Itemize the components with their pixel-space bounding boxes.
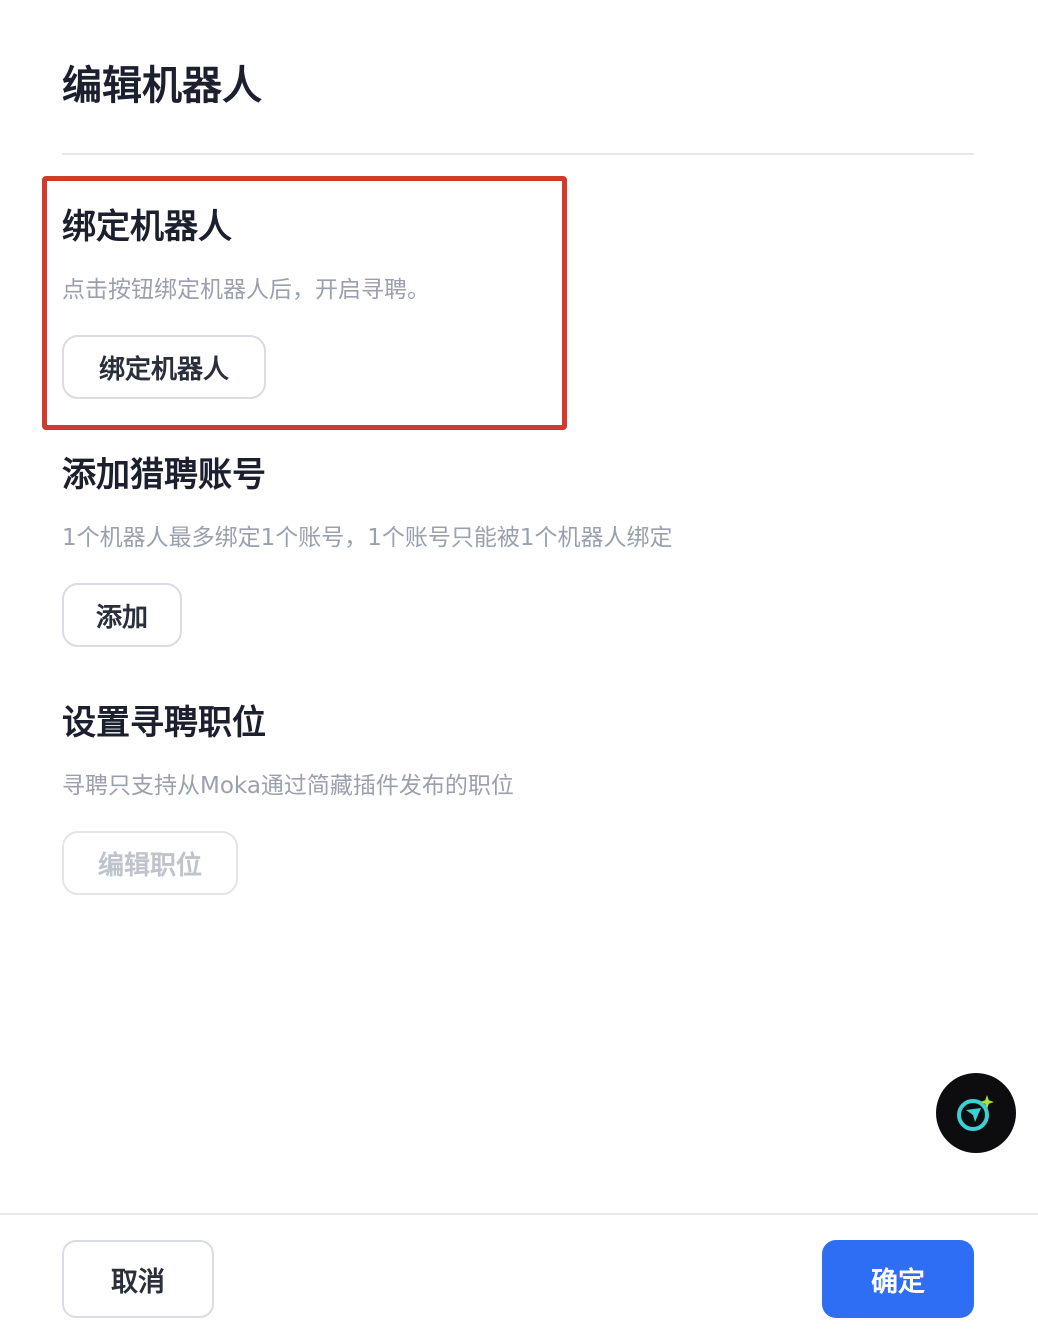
header-divider bbox=[62, 153, 974, 155]
set-position-description: 寻聘只支持从Moka通过简藏插件发布的职位 bbox=[62, 773, 514, 799]
ai-assistant-button[interactable] bbox=[936, 1073, 1016, 1153]
footer-divider bbox=[0, 1213, 1038, 1215]
page-title: 编辑机器人 bbox=[62, 63, 262, 109]
bind-robot-button[interactable]: 绑定机器人 bbox=[62, 335, 266, 399]
confirm-button[interactable]: 确定 bbox=[822, 1240, 974, 1318]
set-position-section: 设置寻聘职位 寻聘只支持从Moka通过简藏插件发布的职位 编辑职位 bbox=[62, 699, 514, 895]
bind-robot-section: 绑定机器人 点击按钮绑定机器人后，开启寻聘。 绑定机器人 bbox=[62, 203, 430, 399]
edit-position-button[interactable]: 编辑职位 bbox=[62, 831, 238, 895]
bind-robot-description: 点击按钮绑定机器人后，开启寻聘。 bbox=[62, 277, 430, 303]
add-account-description: 1个机器人最多绑定1个账号，1个账号只能被1个机器人绑定 bbox=[62, 525, 673, 551]
add-account-section: 添加猎聘账号 1个机器人最多绑定1个账号，1个账号只能被1个机器人绑定 添加 bbox=[62, 451, 673, 647]
cancel-button[interactable]: 取消 bbox=[62, 1240, 214, 1318]
add-account-title: 添加猎聘账号 bbox=[62, 455, 266, 495]
bind-robot-title: 绑定机器人 bbox=[62, 207, 232, 247]
add-account-button[interactable]: 添加 bbox=[62, 583, 182, 647]
set-position-title: 设置寻聘职位 bbox=[62, 703, 266, 743]
ai-assistant-icon bbox=[957, 1095, 994, 1131]
